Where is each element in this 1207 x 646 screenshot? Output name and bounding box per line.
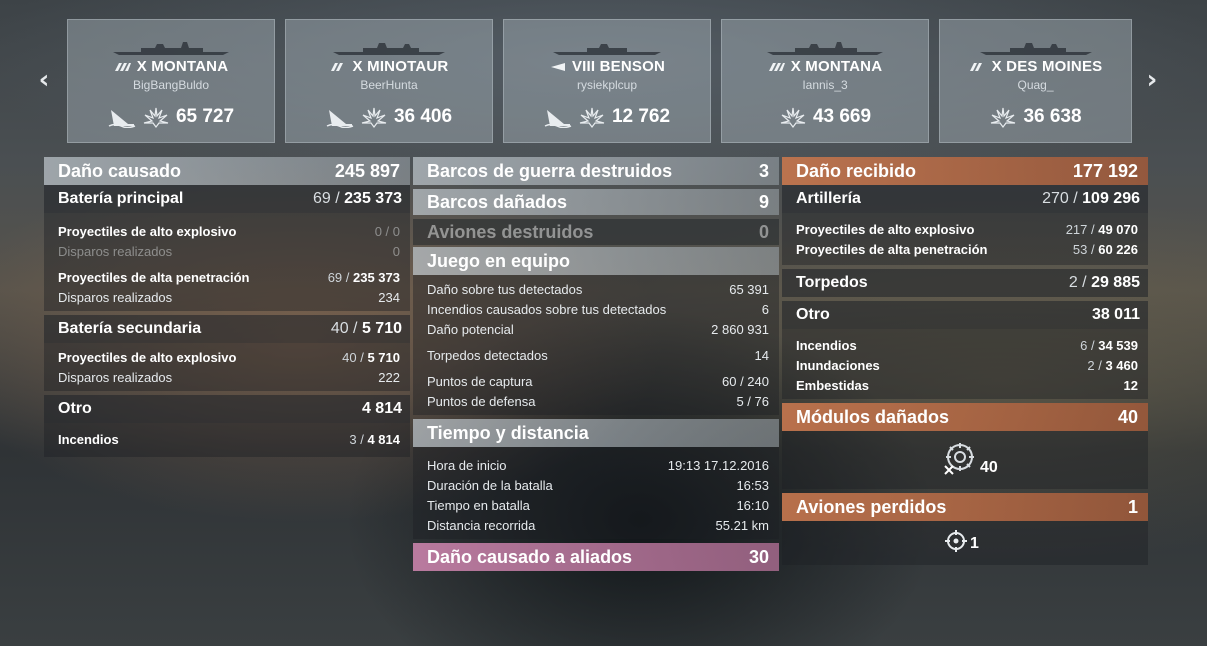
teamplay-row: Torpedos detectados 14	[427, 347, 769, 363]
teamplay-row: Puntos de captura 60 / 240	[427, 373, 769, 389]
ship-damage: 36 638	[1023, 106, 1082, 127]
time-distance-header: Tiempo y distancia	[413, 419, 779, 447]
battle-summary-panel: Barcos de guerra destruidos 3 Barcos dañ…	[413, 157, 779, 571]
ship-name: X MONTANA	[136, 58, 229, 75]
ship-card[interactable]: VIII BENSON rysiekplcup 12 762	[503, 19, 711, 143]
artillery-row: Artillería 270 / 109 296	[782, 185, 1148, 213]
ship-silhouette-icon	[979, 43, 1092, 55]
ship-silhouette-icon	[113, 42, 229, 55]
received-other-row: Otro 38 011	[782, 301, 1148, 329]
damage-dealt-panel: Daño causado 245 897 Batería principal 6…	[44, 157, 410, 457]
time-row: Distancia recorrida 55.21 km	[427, 517, 769, 533]
damage-ribbon-icon	[780, 107, 806, 128]
received-fires-row: Incendios 6 / 34 539	[796, 337, 1138, 353]
ship-card[interactable]: X DES MOINES Quag_ 36 638	[939, 19, 1132, 143]
battleship-class-icon	[768, 63, 785, 72]
ship-silhouette-icon	[767, 42, 883, 55]
sec-he-row: Proyectiles de alto explosivo 40 / 5 710	[58, 349, 400, 365]
damaged-module-icon	[944, 443, 974, 475]
damage-ribbon-icon	[143, 107, 169, 128]
chevron-left-icon[interactable]: ‹	[32, 62, 56, 98]
planes-lost-row: Aviones perdidos 1	[782, 493, 1148, 521]
ship-name: VIII BENSON	[571, 58, 666, 75]
planes-destroyed-row: Aviones destruidos 0	[413, 219, 779, 245]
received-rams-row: Embestidas 12	[796, 377, 1138, 393]
ap-shots-row: Disparos realizados 234	[58, 289, 400, 305]
fires-row: Incendios 3 / 4 814	[58, 431, 400, 447]
damage-dealt-header: Daño causado 245 897	[44, 157, 410, 185]
time-row: Duración de la batalla 16:53	[427, 477, 769, 493]
ship-damage: 43 669	[812, 106, 872, 127]
damage-ribbon-icon	[361, 107, 387, 128]
secondary-battery-row: Batería secundaria 40 / 5 710	[44, 315, 410, 343]
time-row: Tiempo en batalla 16:10	[427, 497, 769, 513]
ship-silhouette-icon	[553, 44, 661, 55]
player-name: BigBangBuldo	[132, 78, 210, 92]
teamplay-row: Daño sobre tus detectados 65 391	[427, 281, 769, 297]
ships-destroyed-row: Barcos de guerra destruidos 3	[413, 157, 779, 185]
damage-ribbon-icon	[579, 107, 605, 128]
ship-name: X MONTANA	[790, 58, 883, 75]
damage-ribbon-icon	[991, 107, 1016, 128]
torpedoes-row: Torpedos 2 / 29 885	[782, 269, 1148, 297]
damage-received-panel: Daño recibido 177 192 Artillería 270 / 1…	[782, 157, 1148, 565]
time-row: Hora de inicio 19:13 17.12.2016	[427, 457, 769, 473]
ship-damage: 36 406	[393, 106, 453, 127]
allied-damage-row: Daño causado a aliados 30	[413, 543, 779, 571]
ship-card[interactable]: X MONTANA BigBangBuldo 65 727	[67, 19, 275, 143]
ship-damage: 12 762	[611, 106, 671, 127]
he-shells-row: Proyectiles de alto explosivo 0 / 0	[58, 223, 400, 239]
planes-lost-count: 1	[970, 535, 979, 552]
ap-shells-row: Proyectiles de alta penetración 69 / 235…	[58, 269, 400, 285]
teamplay-row: Daño potencial 2 860 931	[427, 321, 769, 337]
player-name: Quag_	[1017, 78, 1054, 92]
ship-carousel: ‹ X MONTANA BigBangBuldo 65 727 X MINOTA…	[0, 0, 1207, 150]
destroyer-class-icon	[550, 63, 565, 72]
ship-sunk-icon	[108, 110, 136, 128]
player-name: rysiekplcup	[576, 78, 638, 92]
sec-shots-row: Disparos realizados 222	[58, 369, 400, 385]
received-he-row: Proyectiles de alto explosivo 217 / 49 0…	[796, 221, 1138, 237]
teamplay-header: Juego en equipo	[413, 247, 779, 275]
ship-damage: 65 727	[175, 106, 235, 127]
received-floods-row: Inundaciones 2 / 3 460	[796, 357, 1138, 373]
cruiser-class-icon	[969, 63, 982, 72]
other-damage-row: Otro 4 814	[44, 395, 410, 423]
teamplay-row: Puntos de defensa 5 / 76	[427, 393, 769, 409]
player-name: BeerHunta	[360, 78, 418, 92]
chevron-right-icon[interactable]: ›	[1140, 62, 1164, 98]
modules-damaged-row: Módulos dañados 40	[782, 403, 1148, 431]
ship-silhouette-icon	[333, 43, 445, 55]
ships-damaged-row: Barcos dañados 9	[413, 189, 779, 215]
damage-received-header: Daño recibido 177 192	[782, 157, 1148, 185]
received-ap-row: Proyectiles de alta penetración 53 / 60 …	[796, 241, 1138, 257]
battleship-class-icon	[114, 63, 131, 72]
crosshair-icon	[945, 530, 967, 552]
ship-sunk-icon	[544, 110, 572, 128]
modules-count: 40	[980, 459, 998, 476]
cruiser-class-icon	[330, 63, 343, 72]
main-battery-row: Batería principal 69 / 235 373	[44, 185, 410, 213]
teamplay-row: Incendios causados sobre tus detectados 6	[427, 301, 769, 317]
ship-card[interactable]: X MINOTAUR BeerHunta 36 406	[285, 19, 493, 143]
player-name: Iannis_3	[802, 78, 848, 92]
ship-name: X DES MOINES	[991, 58, 1103, 75]
he-shots-row: Disparos realizados 0	[58, 243, 400, 259]
ship-card[interactable]: X MONTANA Iannis_3 43 669	[721, 19, 929, 143]
ship-sunk-icon	[326, 110, 354, 128]
ship-name: X MINOTAUR	[352, 58, 449, 75]
